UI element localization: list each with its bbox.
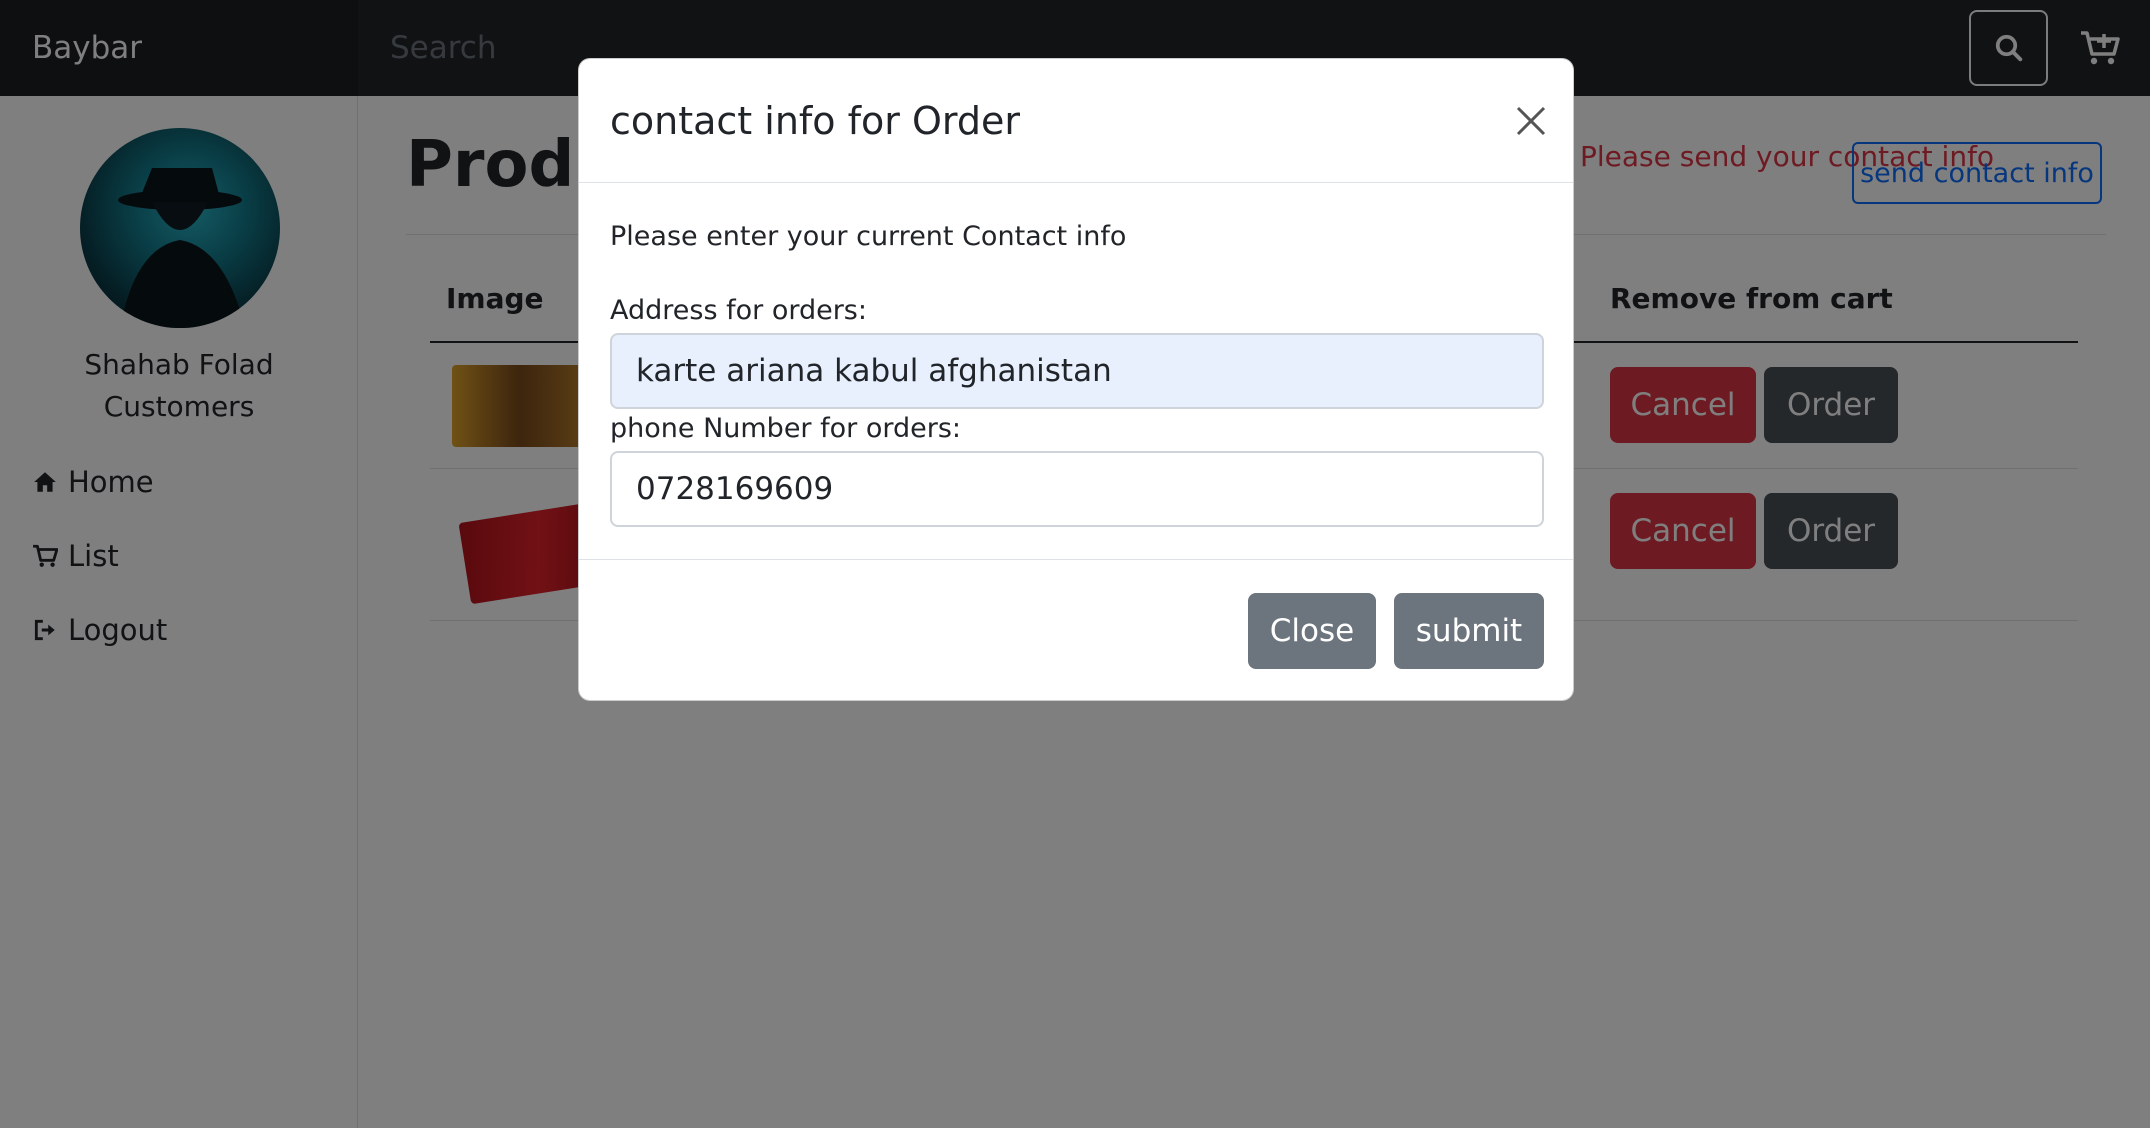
modal-footer: Close submit <box>579 559 1573 702</box>
phone-input[interactable] <box>610 451 1544 527</box>
close-button[interactable]: Close <box>1248 593 1376 669</box>
modal-header: contact info for Order <box>579 59 1573 183</box>
modal-close-button[interactable] <box>1509 99 1553 143</box>
modal-instructions: Please enter your current Contact info <box>610 221 1127 252</box>
close-icon <box>1516 106 1546 136</box>
address-input[interactable] <box>610 333 1544 409</box>
contact-info-modal: contact info for Order Please enter your… <box>578 58 1574 701</box>
phone-label: phone Number for orders: <box>610 413 961 444</box>
submit-button[interactable]: submit <box>1394 593 1544 669</box>
address-label: Address for orders: <box>610 295 867 326</box>
modal-title: contact info for Order <box>610 99 1020 143</box>
